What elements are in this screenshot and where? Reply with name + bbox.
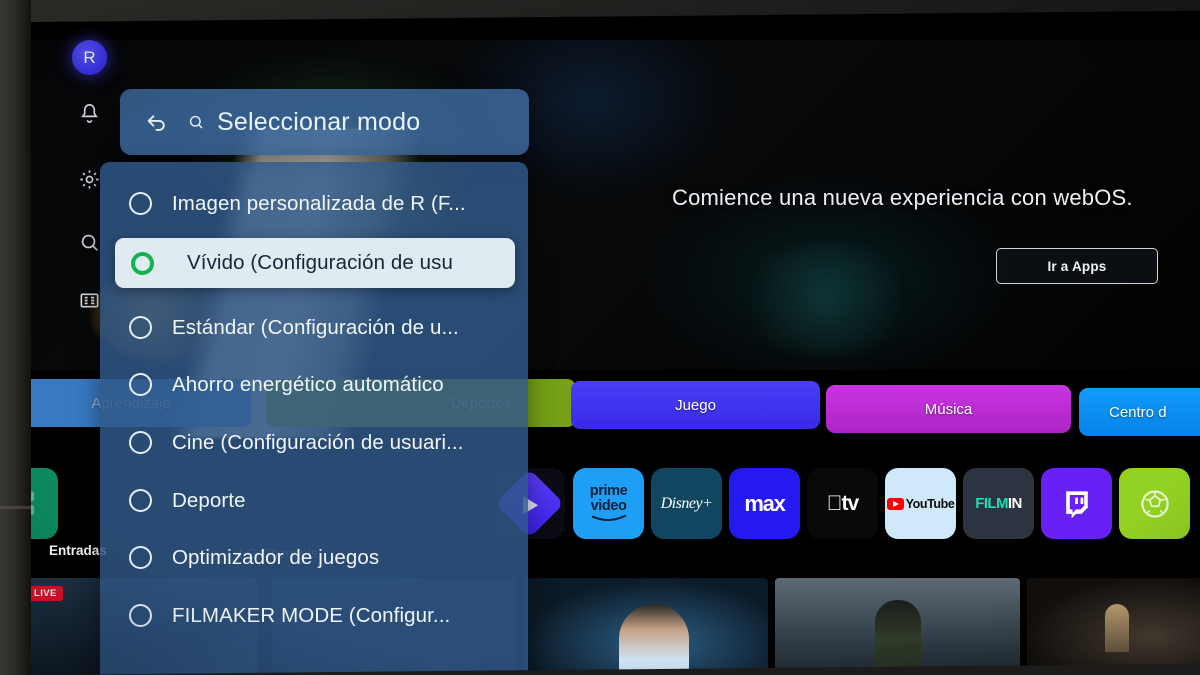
option-row-estandar[interactable]: Estándar (Configuración de u...	[100, 301, 528, 354]
overlay-title: Seleccionar modo	[217, 107, 421, 136]
hero-headline: Comience una nueva experiencia con webOS…	[672, 185, 1133, 210]
radio-icon	[129, 604, 152, 627]
thumb-soldier	[875, 600, 921, 675]
option-row-optimizador-juegos[interactable]: Optimizador de juegos	[100, 531, 528, 584]
thumb-person	[619, 604, 689, 675]
overlay-option-list: Imagen personalizada de R (F... Vívido (…	[100, 162, 528, 675]
amazon-smile-icon	[591, 514, 626, 522]
radio-icon	[129, 489, 152, 512]
app-icon-disney-plus[interactable]: Disney+	[651, 468, 722, 539]
category-label: Juego	[675, 396, 716, 414]
thumbnail-war-scene[interactable]	[775, 578, 1020, 675]
tv-bezel-left	[0, 0, 31, 675]
live-badge: LIVE	[31, 586, 63, 601]
radio-icon	[129, 546, 152, 569]
search-icon[interactable]	[187, 113, 206, 132]
max-label: max	[744, 490, 785, 516]
back-arrow-icon[interactable]	[144, 110, 169, 135]
option-label: Cine (Configuración de usuari...	[172, 430, 464, 454]
disney-plus-label: Disney+	[660, 494, 713, 512]
app-icon-youtube[interactable]: YouTube	[885, 468, 956, 539]
prime-video-label2: video	[590, 498, 627, 514]
hero-foliage-right	[731, 245, 921, 355]
tv-screen: Comience una nueva experiencia con webOS…	[31, 10, 1200, 675]
option-label: Deporte	[172, 488, 246, 512]
radio-icon	[129, 431, 152, 454]
filmin-label: FILMIN	[975, 495, 1022, 512]
option-row-deporte[interactable]: Deporte	[100, 474, 528, 527]
category-label: Centro d	[1109, 403, 1167, 421]
thumbnail-orchestra[interactable]	[1027, 578, 1200, 675]
category-tile-centro[interactable]: Centro d	[1079, 388, 1200, 436]
thumb-conductor	[1105, 604, 1129, 652]
app-icon-filmin[interactable]: FILMIN	[963, 468, 1034, 539]
option-row-imagen-personalizada[interactable]: Imagen personalizada de R (F...	[100, 177, 528, 230]
youtube-play-icon	[886, 497, 904, 510]
youtube-label: YouTube	[905, 496, 955, 511]
entradas-label: Entradas	[49, 543, 107, 558]
apple-tv-label: tv	[827, 491, 858, 515]
green-tiles-icon	[31, 490, 34, 515]
option-row-filmmaker-mode[interactable]: FILMAKER MODE (Configur...	[100, 589, 528, 642]
tv-bezel-highlight	[0, 506, 31, 509]
sports-ball-icon	[1140, 489, 1169, 518]
category-label: Música	[924, 400, 973, 418]
thumbnail-office-scene[interactable]	[523, 578, 768, 675]
option-label: Estándar (Configuración de u...	[172, 315, 459, 339]
option-label: FILMAKER MODE (Configur...	[172, 603, 451, 627]
notifications-icon[interactable]	[74, 98, 104, 128]
category-tile-musica[interactable]: Música	[826, 385, 1071, 433]
app-icon-sports[interactable]	[1119, 468, 1190, 539]
radio-icon	[129, 373, 152, 396]
option-label: Ahorro energético automático	[172, 372, 444, 396]
radio-icon	[129, 192, 152, 215]
app-icon-apple-tv[interactable]: tv	[807, 468, 878, 539]
app-icon-prime-video[interactable]: prime video	[573, 468, 644, 539]
app-icon-green-tiles[interactable]	[31, 468, 58, 539]
option-row-cine[interactable]: Cine (Configuración de usuari...	[100, 416, 528, 469]
twitch-glitch-icon	[1065, 490, 1088, 518]
app-icon-max[interactable]: max	[729, 468, 800, 539]
avatar[interactable]: R	[72, 40, 107, 75]
option-label: Imagen personalizada de R (F...	[172, 191, 466, 215]
option-label: Optimizador de juegos	[172, 545, 380, 569]
option-label: Vívido (Configuración de usu	[187, 251, 454, 274]
prime-video-label: prime	[589, 483, 628, 499]
go-to-apps-button[interactable]: Ir a Apps	[996, 248, 1158, 284]
radio-icon	[129, 316, 152, 339]
overlay-header: Seleccionar modo	[120, 89, 529, 155]
option-row-ahorro-energetico[interactable]: Ahorro energético automático	[100, 358, 528, 411]
app-icon-twitch[interactable]	[1041, 468, 1112, 539]
tv-photo-frame: Comience una nueva experiencia con webOS…	[0, 0, 1200, 675]
radio-icon-selected	[131, 251, 154, 275]
option-row-vivido[interactable]: Vívido (Configuración de usu	[115, 238, 515, 288]
category-tile-juego[interactable]: Juego	[571, 381, 820, 429]
